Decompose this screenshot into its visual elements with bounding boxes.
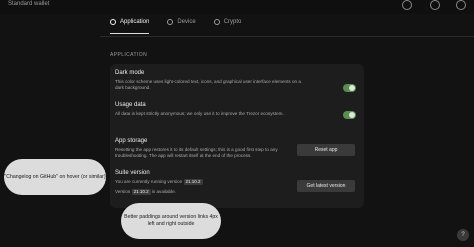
app-storage-row: App storage Resetting the app restores i…	[115, 138, 359, 159]
toggle-knob	[349, 85, 355, 91]
annotation-note-padding: Better paddings around version links 4px…	[121, 203, 221, 239]
suite-version-title: Suite version	[115, 170, 150, 176]
get-latest-version-button[interactable]: Get latest version	[297, 180, 355, 192]
usage-data-title: Usage data	[115, 102, 146, 108]
usage-data-row: Usage data All data is kept strictly ano…	[115, 102, 359, 119]
tab-crypto-label: Crypto	[223, 19, 242, 25]
suite-version-row: Suite version You are currently running …	[115, 170, 359, 195]
available-version-text: Version 21.10.2 is available.	[115, 189, 305, 195]
usage-data-description: All data is kept strictly anonymous; we …	[115, 111, 284, 116]
wallet-name[interactable]: Standard wallet	[8, 1, 49, 7]
available-version-suffix: is available.	[151, 189, 176, 194]
tab-application[interactable]: Application	[110, 14, 150, 34]
available-version-prefix: Version	[115, 189, 131, 194]
crypto-icon	[213, 19, 220, 25]
dark-mode-row: Dark mode This color scheme uses light-c…	[115, 70, 359, 92]
top-bar: Standard wallet	[0, 0, 474, 14]
device-icon	[167, 19, 174, 25]
dark-mode-toggle[interactable]	[343, 84, 356, 92]
reset-app-button[interactable]: Reset app	[297, 144, 355, 156]
device-icon[interactable]	[456, 0, 466, 10]
app-storage-description: Resetting the app restores it to its def…	[115, 147, 278, 158]
tab-application-label: Application	[120, 18, 150, 25]
running-version-text: You are currently running version 21.10.…	[115, 179, 305, 185]
settings-card: Dark mode This color scheme uses light-c…	[110, 64, 364, 208]
running-version-link[interactable]: 21.10.2	[183, 179, 203, 185]
annotation-note-changelog: "Changelog on GitHub" on hover (or simil…	[4, 159, 106, 195]
tab-device-label: Device	[177, 19, 196, 25]
toggle-knob	[349, 112, 355, 118]
running-version-prefix: You are currently running version	[115, 179, 183, 184]
help-button[interactable]: ?	[457, 229, 469, 241]
usage-data-toggle[interactable]	[343, 111, 356, 119]
dark-mode-title: Dark mode	[115, 70, 145, 76]
available-version-link[interactable]: 21.10.2	[131, 189, 151, 195]
dark-mode-description: This color scheme uses light-colored tex…	[115, 79, 301, 90]
section-label: APPLICATION	[110, 52, 148, 58]
tabs-divider	[100, 36, 474, 37]
notifications-icon[interactable]	[402, 0, 412, 10]
tab-device[interactable]: Device	[167, 14, 196, 34]
settings-icon	[110, 18, 116, 25]
tab-crypto[interactable]: Crypto	[213, 14, 242, 34]
settings-tabs: Application Device Crypto	[110, 14, 241, 34]
settings-icon[interactable]	[430, 0, 440, 10]
